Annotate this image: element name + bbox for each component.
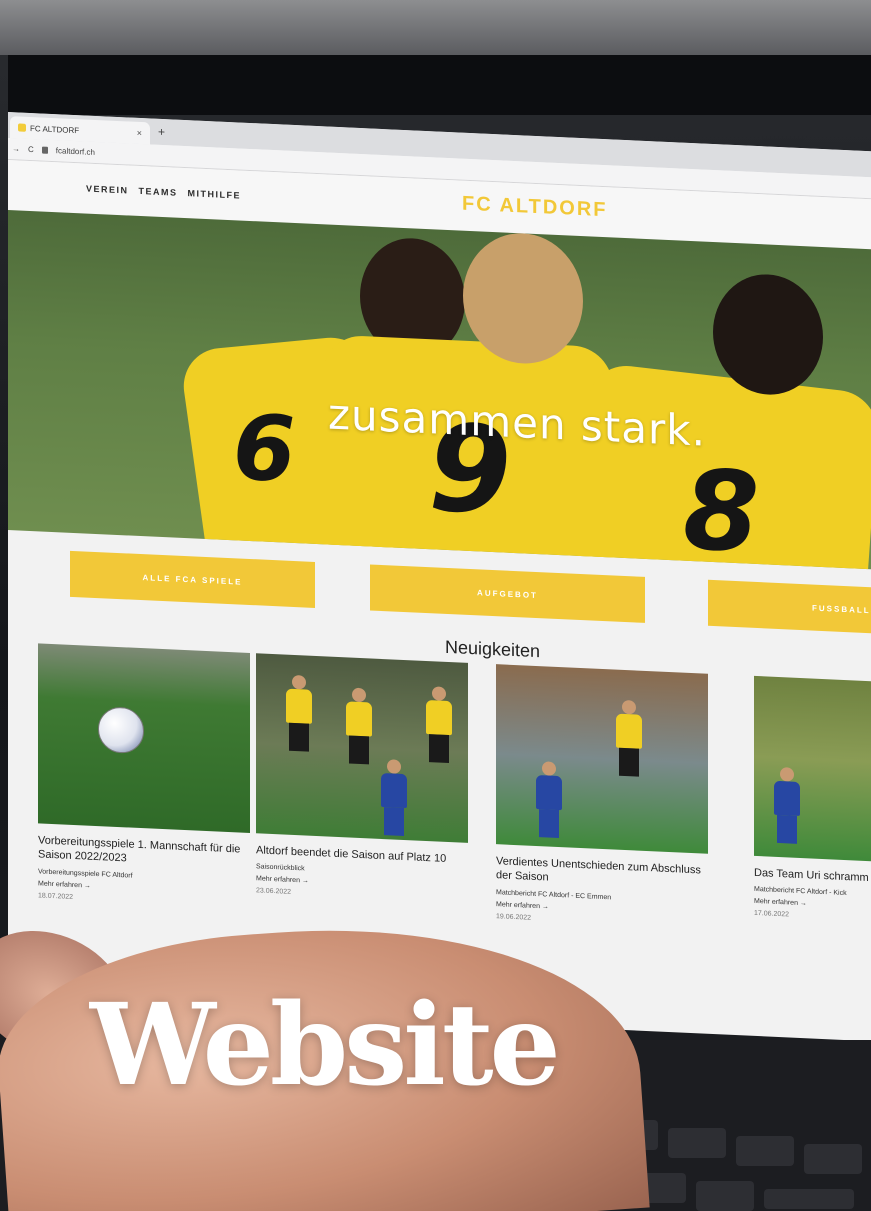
all-games-button[interactable]: ALLE FCA SPIELE <box>70 550 315 608</box>
news-heading: Neuigkeiten <box>445 636 541 662</box>
news-card[interactable]: Das Team Uri schramm Matchbericht FC Alt… <box>754 675 871 927</box>
reload-icon[interactable]: C <box>28 145 34 154</box>
jersey-number: 8 <box>683 445 760 570</box>
news-date: 17.06.2022 <box>754 910 790 919</box>
background-wall <box>0 0 871 55</box>
main-nav: VEREIN TEAMS MITHILFE <box>86 184 241 201</box>
news-title[interactable]: Vorbereitungsspiele 1. Mannschaft für di… <box>38 833 250 871</box>
news-image[interactable] <box>38 643 250 833</box>
laptop-bezel <box>8 55 871 115</box>
keyboard-key <box>668 1128 726 1158</box>
player-figure <box>774 767 800 844</box>
news-image[interactable] <box>256 653 468 843</box>
footballs-button[interactable]: FUSSBALLS <box>708 579 871 634</box>
new-tab-button[interactable]: + <box>158 125 165 139</box>
player-figure <box>616 699 642 777</box>
lock-icon <box>41 146 48 154</box>
keyboard-key <box>804 1144 862 1174</box>
nav-item-teams[interactable]: TEAMS <box>139 186 178 198</box>
close-icon[interactable]: × <box>137 128 142 138</box>
news-title[interactable]: Verdientes Unentschieden zum Abschluss d… <box>496 854 708 892</box>
news-card[interactable]: Vorbereitungsspiele 1. Mannschaft für di… <box>38 643 250 908</box>
player-figure <box>426 686 452 764</box>
laptop-screen: FC ALTDORF × + → C fcaltdorf.ch VEREIN T… <box>8 112 871 1042</box>
player-figure <box>536 761 562 839</box>
tab-title: FC ALTDORF <box>30 123 80 135</box>
keyboard-key <box>736 1136 794 1166</box>
player-figure <box>286 674 312 752</box>
news-card[interactable]: Altdorf beendet die Saison auf Platz 10 … <box>256 653 468 904</box>
keyboard-key <box>696 1181 754 1211</box>
keyboard-key <box>764 1189 854 1209</box>
news-title[interactable]: Altdorf beendet die Saison auf Platz 10 <box>256 843 468 867</box>
player-figure <box>346 687 372 765</box>
news-image[interactable] <box>496 664 708 854</box>
lineup-button[interactable]: AUFGEBOT <box>370 564 645 623</box>
jersey-number: 6 <box>233 395 296 504</box>
news-image[interactable] <box>754 675 871 866</box>
player-figure <box>381 759 407 836</box>
news-card[interactable]: Verdientes Unentschieden zum Abschluss d… <box>496 664 708 929</box>
site-logo[interactable]: FC ALTDORF <box>462 193 608 223</box>
hero-banner: 6 9 8 zusammen stark. <box>8 210 871 570</box>
football-icon <box>98 706 144 755</box>
nav-item-mithilfe[interactable]: MITHILFE <box>188 188 242 200</box>
favicon-icon <box>18 123 26 132</box>
back-icon[interactable]: → <box>12 144 20 153</box>
url-text[interactable]: fcaltdorf.ch <box>56 146 95 157</box>
nav-item-verein[interactable]: VEREIN <box>86 184 129 196</box>
overlay-title: Website <box>90 980 561 1111</box>
